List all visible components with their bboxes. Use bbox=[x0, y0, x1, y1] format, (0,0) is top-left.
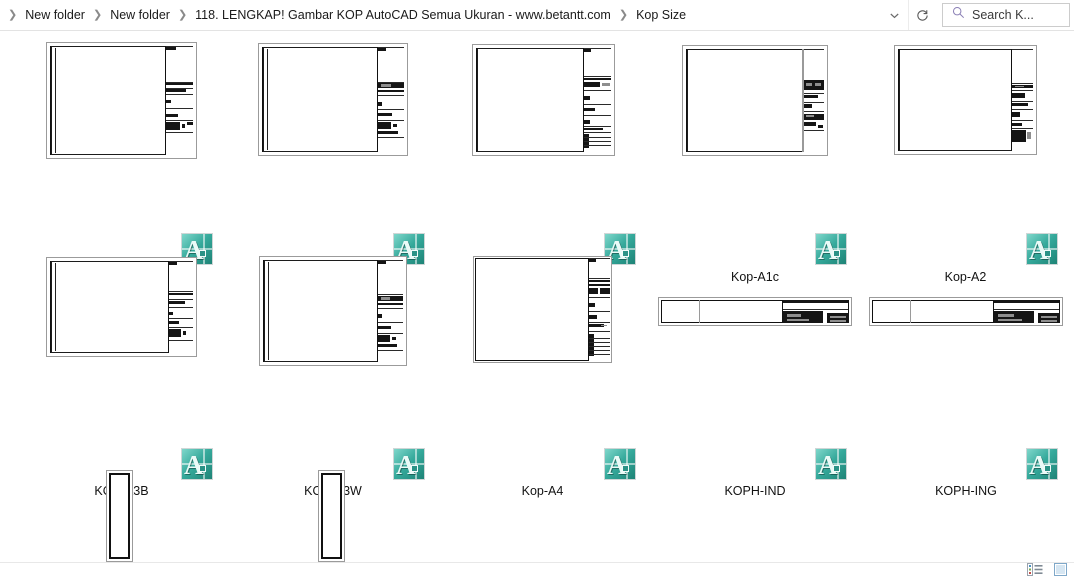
file-thumbnail bbox=[259, 256, 407, 366]
breadcrumb-item-2[interactable]: 118. LENGKAP! Gambar KOP AutoCAD Semua U… bbox=[193, 5, 613, 25]
breadcrumb-item-1[interactable]: New folder bbox=[108, 5, 172, 25]
large-icons-view-icon bbox=[1054, 562, 1068, 581]
file-name-label: Kop-A1c bbox=[731, 270, 779, 284]
autocad-dwg-icon: A bbox=[815, 448, 847, 480]
file-name-label: Kop-A2 bbox=[944, 270, 987, 284]
address-bar[interactable]: ❯ New folder ❯ New folder ❯ 118. LENGKAP… bbox=[0, 0, 1074, 31]
file-thumbnail bbox=[106, 470, 133, 562]
details-view-icon bbox=[1027, 562, 1043, 581]
autocad-dwg-icon: A bbox=[181, 448, 213, 480]
file-thumbnail bbox=[682, 45, 828, 156]
chevron-down-icon bbox=[889, 10, 900, 21]
autocad-dwg-icon: A bbox=[604, 448, 636, 480]
breadcrumb-chevron-icon: ❯ bbox=[618, 8, 629, 21]
refresh-icon bbox=[916, 9, 929, 22]
autocad-dwg-icon: A bbox=[1026, 233, 1058, 265]
file-thumbnail bbox=[472, 44, 615, 156]
search-input[interactable]: Search K... bbox=[942, 3, 1070, 27]
breadcrumb-chevron-icon: ❯ bbox=[177, 8, 188, 21]
status-bar[interactable] bbox=[0, 562, 1074, 580]
search-icon bbox=[952, 6, 965, 24]
file-thumbnail bbox=[46, 42, 197, 159]
address-history-dropdown-button[interactable] bbox=[880, 0, 908, 30]
search-placeholder: Search K... bbox=[972, 8, 1034, 22]
autocad-dwg-icon: A bbox=[1026, 448, 1058, 480]
file-list-pane[interactable]: A KOP bbox=[0, 31, 1074, 562]
breadcrumb-item-3[interactable]: Kop Size bbox=[634, 5, 688, 25]
file-thumbnail bbox=[318, 470, 345, 562]
refresh-button[interactable] bbox=[908, 0, 936, 30]
file-name-label: KOPH-ING bbox=[935, 484, 997, 498]
breadcrumb-item-0[interactable]: New folder bbox=[23, 5, 87, 25]
file-thumbnail bbox=[869, 297, 1063, 326]
file-thumbnail bbox=[46, 257, 197, 357]
breadcrumb-chevron-icon: ❯ bbox=[92, 8, 103, 21]
file-thumbnail bbox=[258, 43, 408, 156]
autocad-dwg-icon: A bbox=[393, 448, 425, 480]
file-name-label: KOPH-IND bbox=[724, 484, 786, 498]
details-view-button[interactable] bbox=[1025, 562, 1045, 581]
large-icons-view-button[interactable] bbox=[1051, 562, 1071, 581]
breadcrumb[interactable]: ❯ New folder ❯ New folder ❯ 118. LENGKAP… bbox=[0, 0, 880, 30]
file-thumbnail bbox=[473, 256, 612, 363]
file-thumbnail bbox=[658, 297, 852, 326]
file-name-label: Kop-A4 bbox=[521, 484, 564, 498]
breadcrumb-chevron-icon: ❯ bbox=[8, 8, 18, 21]
file-thumbnail bbox=[894, 45, 1037, 155]
autocad-dwg-icon: A bbox=[815, 233, 847, 265]
